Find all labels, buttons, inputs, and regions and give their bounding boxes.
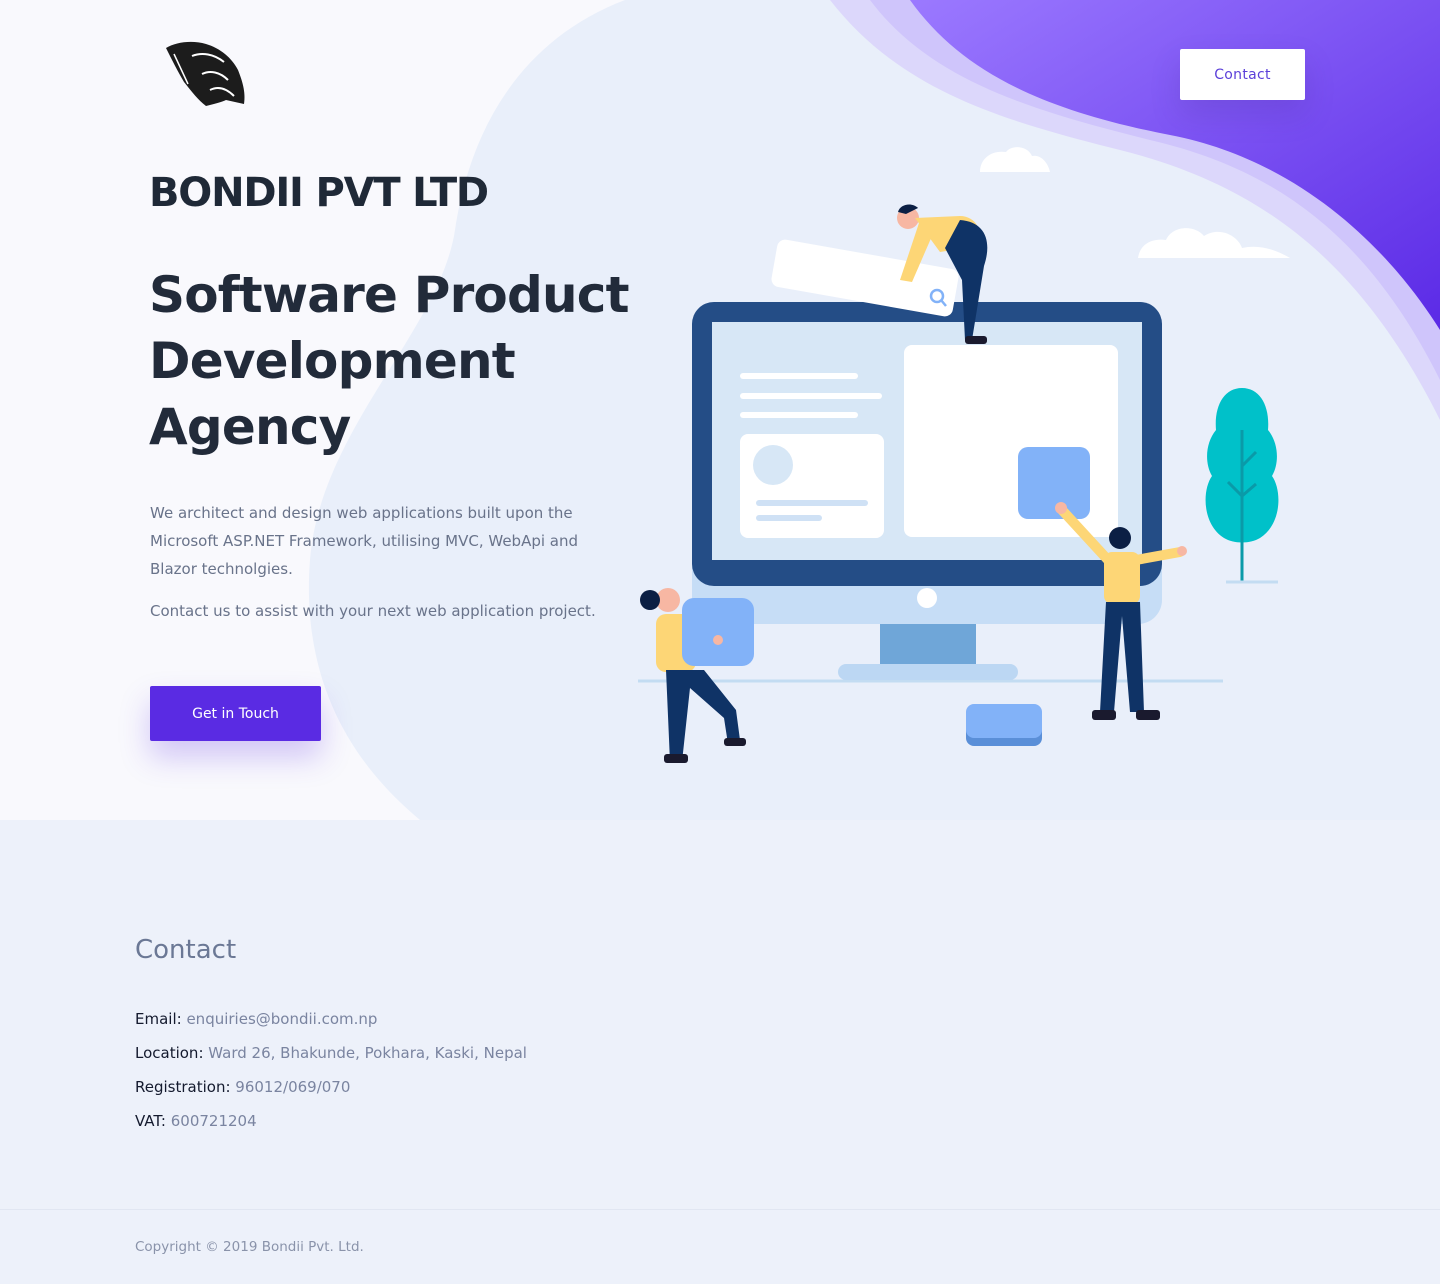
location-value: Ward 26, Bhakunde, Pokhara, Kaski, Nepal xyxy=(208,1044,527,1062)
contact-registration-row: Registration: 96012/069/070 xyxy=(135,1078,350,1096)
footer: Copyright © 2019 Bondii Pvt. Ltd. xyxy=(0,1209,1440,1284)
vat-value: 600721204 xyxy=(170,1112,257,1130)
headline-line-3: Agency xyxy=(149,398,351,456)
email-value[interactable]: enquiries@bondii.com.np xyxy=(186,1010,377,1028)
page: Contact BONDII PVT LTD Software Product … xyxy=(0,0,1440,1284)
panther-head-logo-icon[interactable] xyxy=(162,40,248,108)
team-building-website-illustration-icon xyxy=(638,147,1290,763)
hero-headline: Software Product Development Agency xyxy=(149,262,649,460)
headline-line-2: Development xyxy=(149,332,516,390)
copyright-text: Copyright © 2019 Bondii Pvt. Ltd. xyxy=(135,1239,364,1255)
nav-contact-button[interactable]: Contact xyxy=(1180,49,1305,100)
get-in-touch-button[interactable]: Get in Touch xyxy=(150,686,321,741)
contact-title: Contact xyxy=(135,935,237,965)
contact-section: Contact Email: enquiries@bondii.com.np L… xyxy=(0,820,1440,1209)
headline-line-1: Software Product xyxy=(149,266,630,324)
email-label: Email: xyxy=(135,1010,182,1028)
vat-label: VAT: xyxy=(135,1112,166,1130)
hero-section: Contact BONDII PVT LTD Software Product … xyxy=(0,0,1440,820)
hero-description: We architect and design web applications… xyxy=(150,504,579,578)
company-name: BONDII PVT LTD xyxy=(149,170,489,216)
cloud-icon xyxy=(980,147,1290,258)
hero-cta-text: Contact us to assist with your next web … xyxy=(150,602,596,620)
registration-value: 96012/069/070 xyxy=(235,1078,351,1096)
contact-email-row: Email: enquiries@bondii.com.np xyxy=(135,1010,377,1028)
tree-icon xyxy=(1205,388,1279,584)
contact-location-row: Location: Ward 26, Bhakunde, Pokhara, Ka… xyxy=(135,1044,527,1062)
registration-label: Registration: xyxy=(135,1078,231,1096)
location-label: Location: xyxy=(135,1044,204,1062)
contact-vat-row: VAT: 600721204 xyxy=(135,1112,257,1130)
